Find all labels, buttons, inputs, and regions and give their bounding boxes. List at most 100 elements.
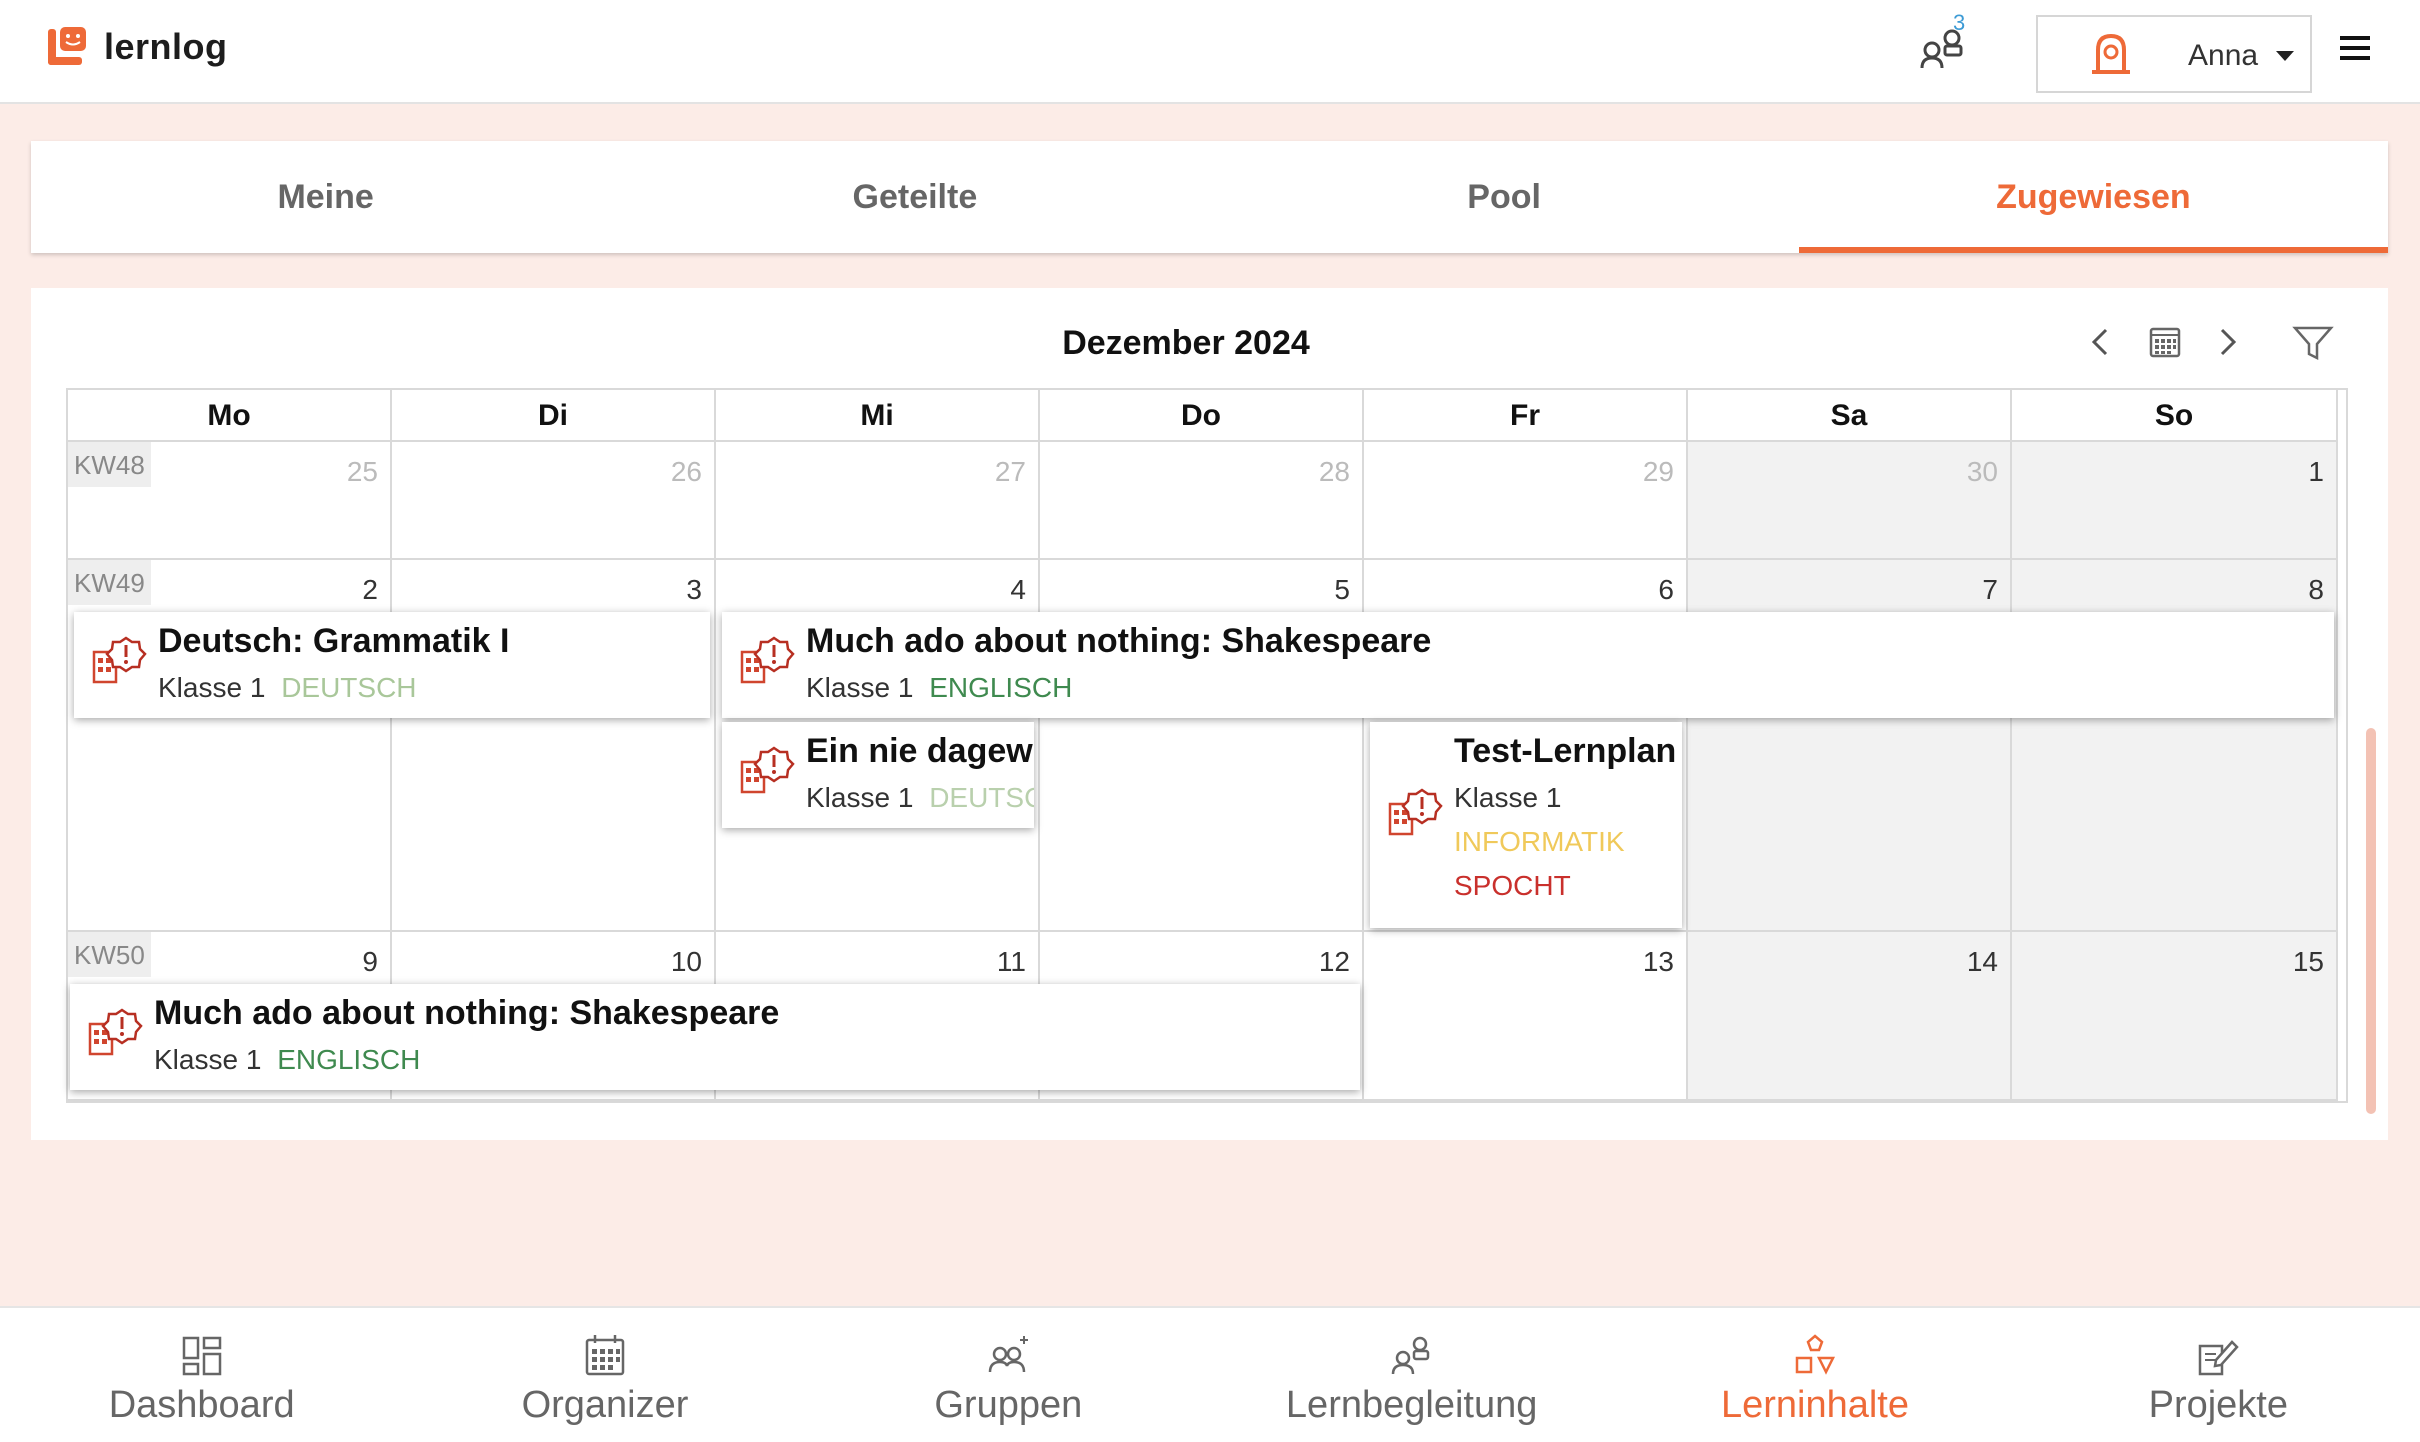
subject-tag: DEUTSCH [281,672,417,703]
app-logo[interactable]: lernlog [48,26,228,68]
day-cell[interactable]: KW48 25 [68,442,392,560]
event-title: Ein nie dagewe [806,732,1034,770]
day-cell[interactable]: 29 [1364,442,1688,560]
nav-lernbegleitung[interactable]: Lernbegleitung [1210,1308,1613,1442]
week-number: KW50 [68,932,151,977]
day-cell[interactable]: 26 [392,442,716,560]
day-number: 5 [1334,574,1350,605]
calendar-panel: Dezember 2024 Mo Di Mi Do Fr Sa So KW48 … [31,288,2388,1140]
content-tabs: Meine Geteilte Pool Zugewiesen [31,141,2389,253]
day-cell[interactable]: 27 [716,442,1040,560]
day-number: 6 [1658,574,1674,605]
projects-icon [2199,1340,2240,1376]
weekday-header: Fr [1364,390,1688,442]
calendar-month-title: Dezember 2024 [1062,324,1310,362]
event-subtitle: Klasse 1 ENGLISCH [154,1044,420,1076]
user-name: Anna [2188,39,2259,72]
chevron-right-icon[interactable] [2205,320,2249,364]
day-number: 29 [1642,456,1674,487]
tab-geteilte[interactable]: Geteilte [620,141,1209,253]
event-card[interactable]: Ein nie dagewe Klasse 1 DEUTSCH [722,722,1034,828]
notification-icon[interactable] [1912,16,1976,80]
day-cell[interactable]: 1 [2012,442,2338,560]
day-number: 14 [1966,946,1998,977]
event-subtitle: Klasse 1 DEUTSCH [158,672,417,704]
day-cell[interactable]: 13 [1364,932,1688,1101]
day-number: 1 [2308,456,2324,487]
day-number: 25 [346,456,378,487]
user-avatar-icon [2092,33,2130,74]
event-card[interactable]: Deutsch: Grammatik I Klasse 1 DEUTSCH [74,612,710,718]
day-number: 15 [2292,946,2324,977]
tab-zugewiesen[interactable]: Zugewiesen [1798,141,2389,253]
nav-organizer[interactable]: Organizer [403,1308,806,1442]
nav-projekte[interactable]: Projekte [2017,1308,2420,1442]
day-number: 28 [1318,456,1350,487]
calendar-scrollbar[interactable] [2366,440,2376,1116]
event-subtitle: Klasse 1 ENGLISCH [806,672,1072,704]
day-cell[interactable]: 15 [2012,932,2338,1101]
assigned-content-icon [1388,788,1443,836]
nav-dashboard[interactable]: Dashboard [0,1308,403,1442]
day-number: 2 [362,574,378,605]
chevron-down-icon [2276,51,2294,61]
weekday-header: Do [1040,390,1364,442]
day-number: 10 [670,946,702,977]
event-card[interactable]: Much ado about nothing: Shakespeare Klas… [722,612,2334,718]
day-number: 8 [2308,574,2324,605]
week-number: KW48 [68,442,151,487]
nav-label: Organizer [521,1384,689,1426]
event-card[interactable]: Test-Lernplan Klasse 1 INFORMATIK SPOCHT [1370,722,1682,928]
subject-tag: ENGLISCH [277,1044,421,1075]
day-number: 12 [1318,946,1350,977]
event-title: Much ado about nothing: Shakespeare [806,622,1432,660]
assigned-content-icon [740,636,795,684]
event-class: Klasse 1 [806,782,914,813]
groups-icon [989,1336,1029,1373]
bottom-navigation: Dashboard Organizer Gruppen Lernbegleitu… [0,1306,2420,1442]
weekday-header: Mi [716,390,1040,442]
event-class: Klasse 1 [158,672,266,703]
day-cell[interactable]: 30 [1688,442,2012,560]
nav-label: Lernbegleitung [1285,1384,1538,1426]
tab-pool[interactable]: Pool [1210,141,1799,253]
day-cell[interactable]: 14 [1688,932,2012,1101]
day-number: 4 [1010,574,1026,605]
notification-count: 3 [1953,10,1966,35]
filter-icon[interactable] [2291,320,2335,364]
assigned-content-icon [92,636,147,684]
assigned-content-icon [740,746,795,794]
nav-label: Lerninhalte [1720,1384,1909,1426]
logo-text: lernlog [104,26,228,67]
day-number: 11 [996,946,1026,977]
nav-label: Projekte [2148,1384,2288,1426]
event-title: Test-Lernplan [1454,732,1677,770]
day-number: 30 [1966,456,1998,487]
lernlog-logo-icon [48,27,86,65]
day-number: 13 [1642,946,1674,977]
subject-tag: DEUTSCH [929,782,1034,813]
weekday-header: Mo [68,390,392,442]
day-number: 7 [1982,574,1998,605]
assigned-content-icon [88,1008,143,1056]
event-title: Much ado about nothing: Shakespeare [154,994,780,1032]
event-subtitle: Klasse 1 DEUTSCH [806,782,1034,814]
user-dropdown[interactable]: Anna [2036,15,2312,93]
tab-meine[interactable]: Meine [31,141,620,253]
day-number: 9 [362,946,378,977]
day-cell[interactable]: 28 [1040,442,1364,560]
mentoring-icon [1391,1336,1429,1375]
event-class: Klasse 1 [154,1044,262,1075]
day-number: 27 [994,456,1026,487]
scrollbar-thumb[interactable] [2366,728,2376,1114]
event-class: Klasse 1 [806,672,914,703]
chevron-left-icon[interactable] [2079,320,2123,364]
learning-content-icon [1795,1334,1835,1375]
nav-lerninhalte[interactable]: Lerninhalte [1613,1308,2016,1442]
calendar-today-icon[interactable] [2143,320,2187,364]
nav-gruppen[interactable]: Gruppen [807,1308,1210,1442]
event-card[interactable]: Much ado about nothing: Shakespeare Klas… [70,984,1360,1090]
subject-tag: ENGLISCH [929,672,1073,703]
weekday-header: Sa [1688,390,2012,442]
hamburger-menu-icon[interactable] [2340,36,2370,62]
